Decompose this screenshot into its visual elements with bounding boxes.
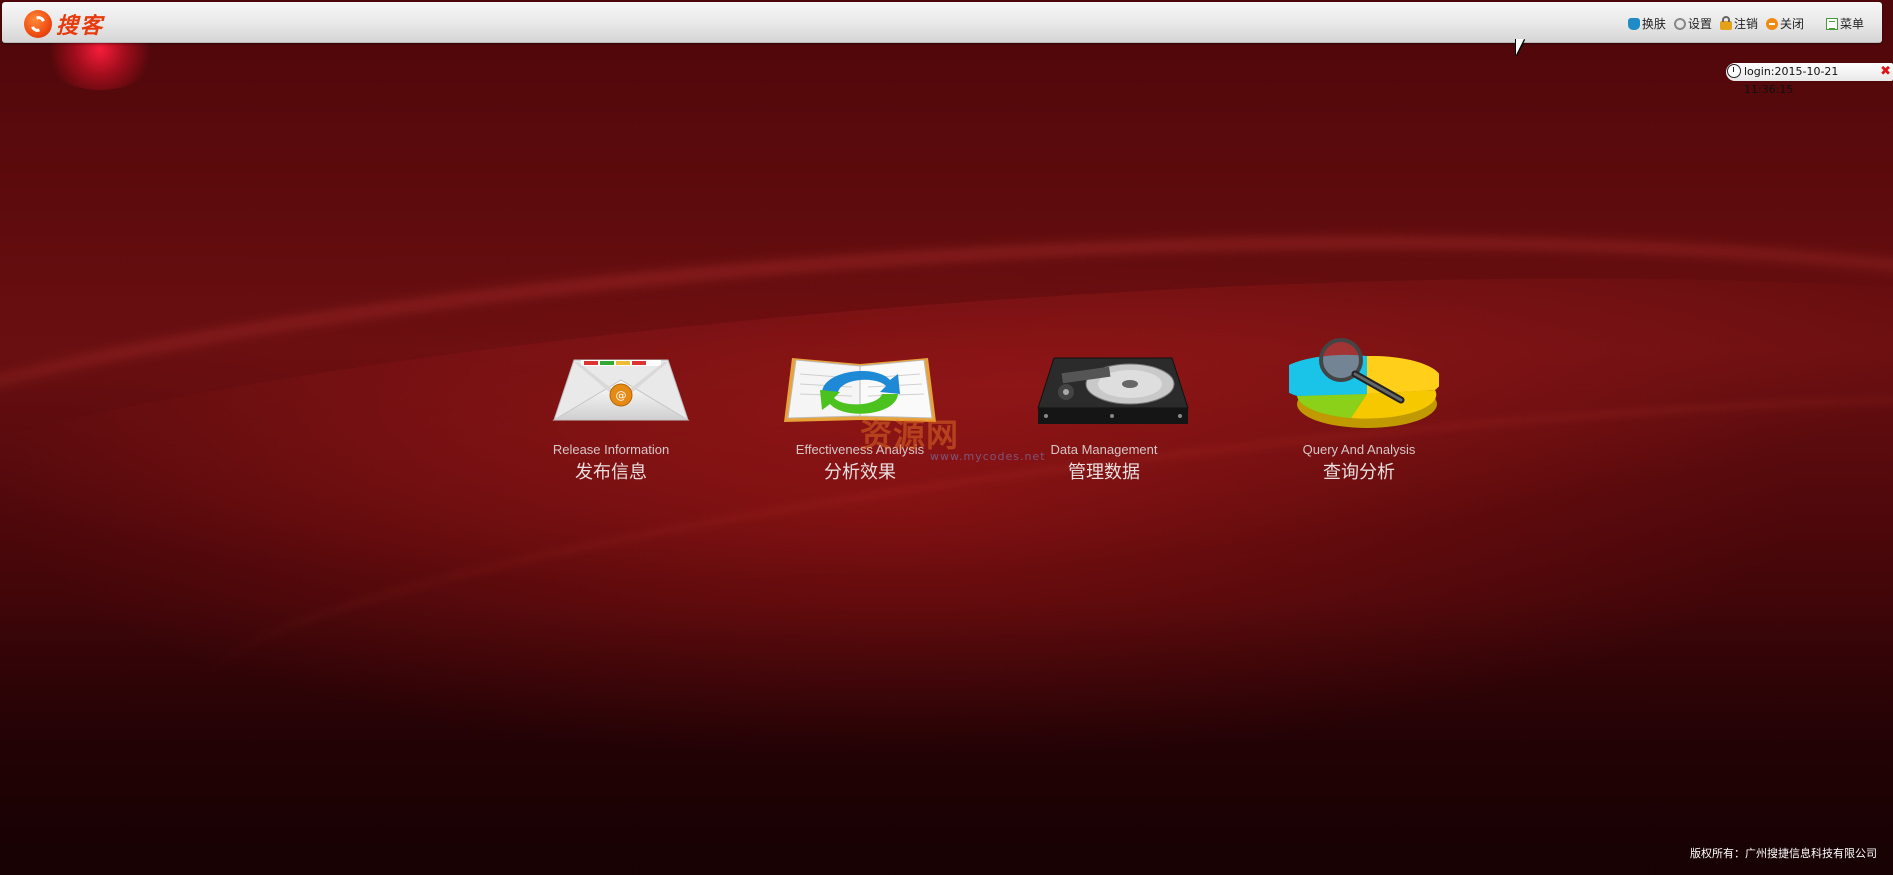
settings-button[interactable]: 设置 — [1673, 15, 1712, 32]
close-button[interactable]: 关闭 — [1765, 15, 1804, 32]
feature-label-cn: 查询分析 — [1323, 462, 1395, 483]
pie-chart-magnifier-icon — [1249, 338, 1469, 438]
login-time-badge: login:2015-10-21 11:36:15 ✖ — [1726, 63, 1893, 96]
feature-label-cn: 发布信息 — [575, 462, 647, 483]
close-label: 关闭 — [1779, 17, 1804, 31]
feature-query-and-analysis[interactable]: Query And Analysis 查询分析 — [1249, 338, 1469, 498]
logout-button[interactable]: 注销 — [1719, 15, 1758, 32]
mouse-cursor-icon — [1516, 39, 1524, 55]
feature-effectiveness-analysis[interactable]: Effectiveness Analysis 分析效果 — [750, 338, 970, 498]
logo-mark-icon — [24, 10, 52, 38]
settings-label: 设置 — [1687, 17, 1712, 31]
footer-copyright: 版权所有：广州搜捷信息科技有限公司 — [1690, 847, 1877, 860]
clock-icon — [1727, 64, 1741, 78]
close-circle-icon — [1765, 17, 1778, 30]
feature-data-management[interactable]: Data Management 管理数据 — [994, 338, 1214, 498]
hard-disk-icon — [994, 338, 1214, 438]
background-shade — [0, 600, 1893, 875]
envelope-icon: @ — [501, 338, 721, 438]
menu-button[interactable]: 菜单 — [1825, 15, 1864, 32]
login-time-text: login:2015-10-21 11:36:15 — [1744, 65, 1839, 96]
feature-label-en: Effectiveness Analysis — [795, 442, 925, 457]
menu-list-icon — [1825, 17, 1838, 30]
top-bar: 搜客 换肤 设置 注销 关闭 菜单 — [2, 2, 1882, 43]
gear-icon — [1673, 17, 1686, 30]
feature-label-cn: 管理数据 — [1068, 462, 1140, 483]
login-badge-close-button[interactable]: ✖ — [1880, 63, 1891, 81]
logo-text: 搜客 — [56, 14, 105, 39]
feature-label-en: Release Information — [552, 442, 670, 457]
menu-label: 菜单 — [1839, 17, 1864, 31]
feature-label-en: Query And Analysis — [1302, 442, 1416, 457]
skin-button[interactable]: 换肤 — [1627, 15, 1666, 32]
logout-label: 注销 — [1733, 17, 1758, 31]
skin-label: 换肤 — [1641, 17, 1666, 31]
svg-text:@: @ — [616, 389, 627, 402]
desktop-background: 搜客 换肤 设置 注销 关闭 菜单 login:2015-10-21 11:36… — [0, 0, 1893, 875]
shirt-icon — [1627, 17, 1640, 30]
analysis-book-icon — [750, 338, 970, 438]
feature-release-information[interactable]: @ Release Information 发布信息 — [501, 338, 721, 498]
lock-icon — [1719, 16, 1732, 30]
top-menu: 换肤 设置 注销 关闭 菜单 — [1620, 15, 1864, 32]
feature-label-cn: 分析效果 — [824, 462, 896, 483]
app-logo[interactable]: 搜客 — [24, 10, 105, 39]
feature-label-en: Data Management — [1050, 442, 1158, 457]
